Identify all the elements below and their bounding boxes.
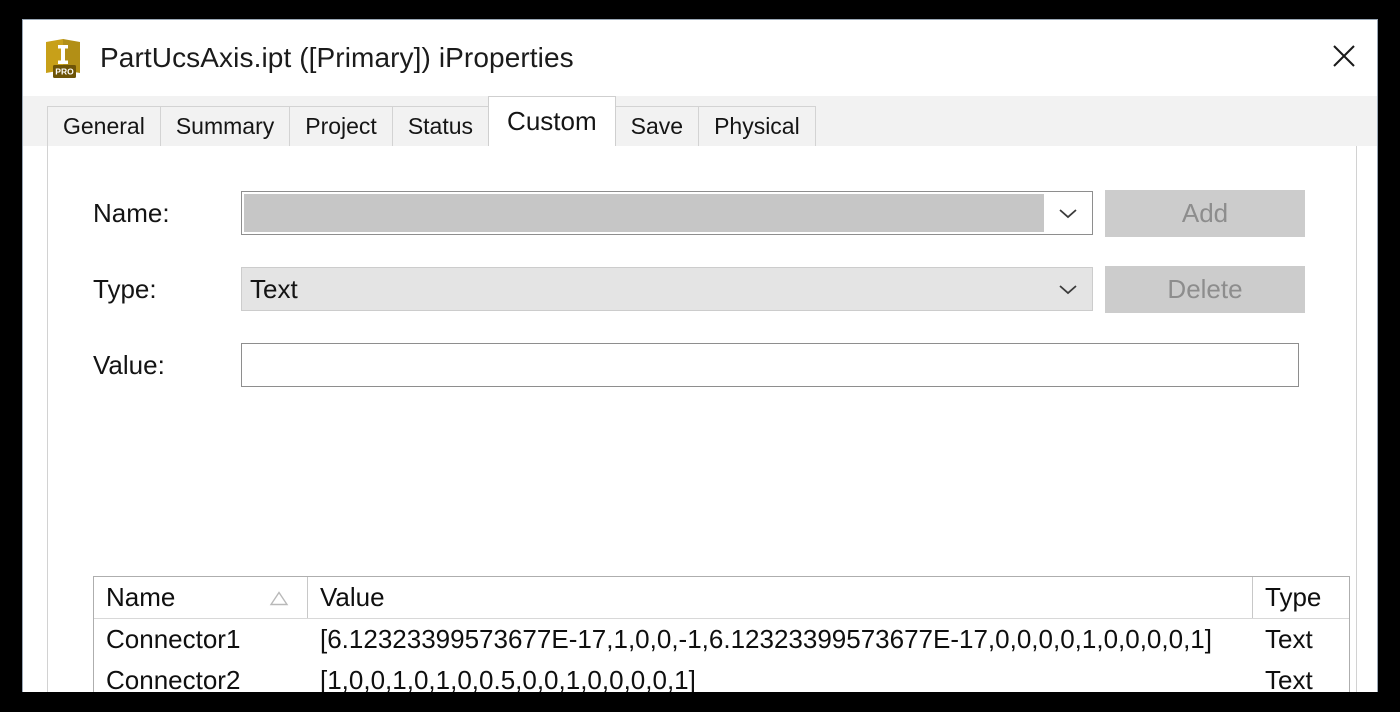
tab-status[interactable]: Status <box>391 106 490 146</box>
list-header-row: Name Value Type <box>94 577 1349 619</box>
tab-summary[interactable]: Summary <box>159 106 291 146</box>
svg-text:PRO: PRO <box>55 67 74 77</box>
cell-name: Connector1 <box>106 624 241 654</box>
column-header-value-label: Value <box>320 582 385 612</box>
type-label: Type: <box>93 273 157 304</box>
tab-physical-label: Physical <box>714 113 800 139</box>
close-button[interactable] <box>1311 20 1377 92</box>
tab-save[interactable]: Save <box>614 106 700 146</box>
sort-ascending-icon <box>269 582 289 613</box>
table-row[interactable]: Connector2 [1,0,0,1,0,1,0,0.5,0,0,1,0,0,… <box>94 660 1349 692</box>
custom-property-form: Name: Add Type: Text Delete Value: <box>48 146 1356 394</box>
add-button[interactable]: Add <box>1105 189 1305 237</box>
cell-name: Connector2 <box>106 665 241 692</box>
tab-summary-label: Summary <box>175 113 275 139</box>
tab-project[interactable]: Project <box>289 106 393 146</box>
tab-save-label: Save <box>630 113 684 139</box>
tab-general[interactable]: General <box>47 106 161 146</box>
type-combobox[interactable]: Text <box>241 267 1093 311</box>
iproperties-dialog: PRO PartUcsAxis.ipt ([Primary]) iPropert… <box>22 19 1378 692</box>
tab-custom[interactable]: Custom <box>488 96 616 146</box>
custom-properties-list[interactable]: Name Value Type Connector1 [6.1232339957… <box>93 576 1350 692</box>
value-label: Value: <box>93 349 165 380</box>
cell-type: Text <box>1265 665 1313 692</box>
column-header-type-label: Type <box>1265 582 1322 612</box>
type-row: Type: Text Delete <box>48 260 1356 318</box>
tab-project-label: Project <box>305 113 377 139</box>
name-combobox[interactable] <box>241 191 1093 235</box>
tab-general-label: General <box>63 113 145 139</box>
name-label: Name: <box>93 197 170 228</box>
tab-status-label: Status <box>407 113 474 139</box>
value-input[interactable] <box>241 343 1299 387</box>
tab-custom-label: Custom <box>507 106 597 136</box>
value-row: Value: <box>48 336 1356 394</box>
tab-strip: General Summary Project Status Custom Sa… <box>23 96 1377 146</box>
cell-value: [1,0,0,1,0,1,0,0.5,0,0,1,0,0,0,0,1] <box>320 665 696 692</box>
list-body: Connector1 [6.12323399573677E-17,1,0,0,-… <box>94 619 1349 692</box>
name-combobox-selection-fill <box>244 194 1044 232</box>
dialog-title: PartUcsAxis.ipt ([Primary]) iProperties <box>100 42 574 73</box>
name-row: Name: Add <box>48 184 1356 242</box>
delete-button[interactable]: Delete <box>1105 265 1305 313</box>
type-combobox-value: Text <box>250 273 298 304</box>
screen-root: PRO PartUcsAxis.ipt ([Primary]) iPropert… <box>0 0 1400 712</box>
column-header-name-label: Name <box>106 582 176 612</box>
chevron-down-icon[interactable] <box>1044 268 1092 310</box>
column-header-value[interactable]: Value <box>308 577 1253 618</box>
custom-tab-page: Name: Add Type: Text Delete Value: Name … <box>47 146 1357 692</box>
cell-type: Text <box>1265 624 1313 654</box>
tab-physical[interactable]: Physical <box>698 106 816 146</box>
column-header-name[interactable]: Name <box>94 577 308 618</box>
table-row[interactable]: Connector1 [6.12323399573677E-17,1,0,0,-… <box>94 619 1349 660</box>
column-header-type[interactable]: Type <box>1253 577 1349 618</box>
chevron-down-icon[interactable] <box>1044 192 1092 234</box>
cell-value: [6.12323399573677E-17,1,0,0,-1,6.1232339… <box>320 624 1212 654</box>
inventor-professional-icon: PRO <box>42 36 84 80</box>
dialog-titlebar: PRO PartUcsAxis.ipt ([Primary]) iPropert… <box>23 20 1377 96</box>
